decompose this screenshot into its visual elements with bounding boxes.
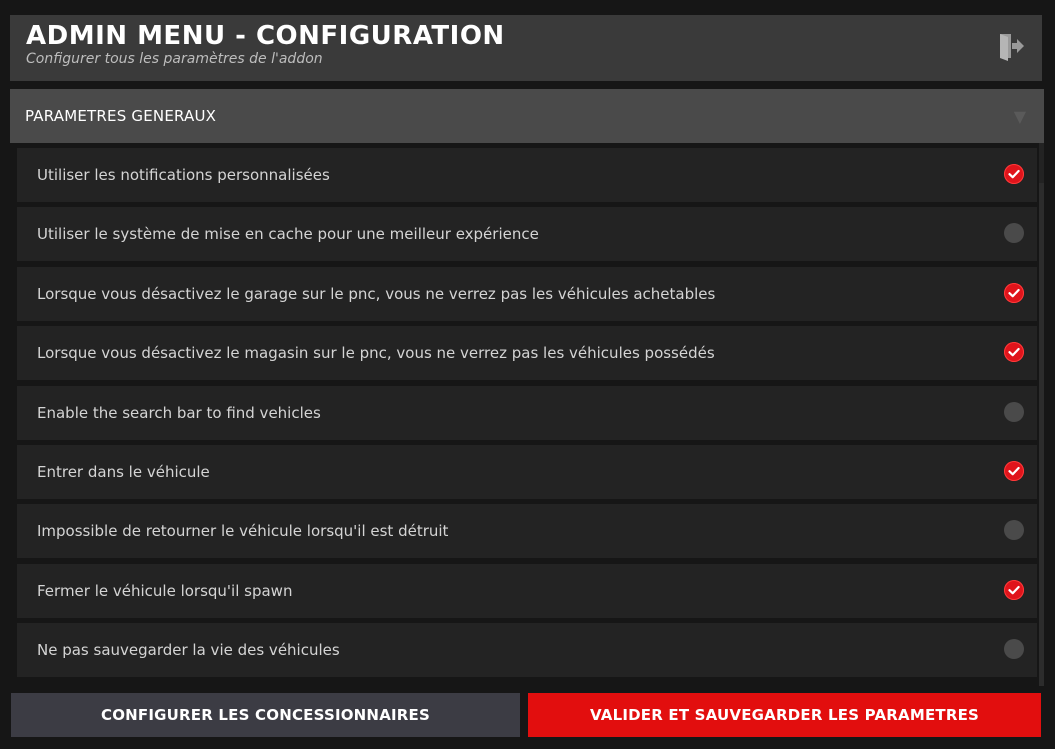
configure-dealers-button[interactable]: CONFIGURER LES CONCESSIONNAIRES	[11, 693, 520, 737]
scrollbar[interactable]	[1039, 143, 1044, 686]
setting-row[interactable]: Lorsque vous désactivez le magasin sur l…	[17, 326, 1037, 380]
setting-label: Lorsque vous désactivez le magasin sur l…	[37, 344, 715, 362]
chevron-down-icon: ▼	[1013, 107, 1026, 126]
setting-label: Utiliser les notifications personnalisée…	[37, 166, 330, 184]
setting-label: Fermer le véhicule lorsqu'il spawn	[37, 582, 293, 600]
setting-label: Entrer dans le véhicule	[37, 463, 210, 481]
exit-door-icon[interactable]	[996, 31, 1026, 61]
toggle-off-icon[interactable]	[1004, 223, 1024, 243]
save-settings-button[interactable]: VALIDER ET SAUVEGARDER LES PARAMETRES	[528, 693, 1041, 737]
setting-row[interactable]: Fermer le véhicule lorsqu'il spawn	[17, 564, 1037, 618]
setting-row[interactable]: Utiliser le système de mise en cache pou…	[17, 207, 1037, 261]
setting-row[interactable]: Entrer dans le véhicule	[17, 445, 1037, 499]
setting-label: Ne pas sauvegarder la vie des véhicules	[37, 641, 340, 659]
toggle-off-icon[interactable]	[1004, 520, 1024, 540]
section-general-settings[interactable]: PARAMETRES GENERAUX ▼	[10, 89, 1044, 143]
toggle-off-icon[interactable]	[1004, 639, 1024, 659]
page-subtitle: Configurer tous les paramètres de l'addo…	[26, 51, 323, 67]
setting-row[interactable]: Ne pas sauvegarder la vie des véhicules	[17, 623, 1037, 677]
setting-label: Enable the search bar to find vehicles	[37, 404, 321, 422]
setting-row[interactable]: Lorsque vous désactivez le garage sur le…	[17, 267, 1037, 321]
setting-row[interactable]: Utiliser les notifications personnalisée…	[17, 148, 1037, 202]
setting-row[interactable]: Enable the search bar to find vehicles	[17, 386, 1037, 440]
setting-label: Impossible de retourner le véhicule lors…	[37, 522, 449, 540]
checkmark-toggle-on-icon[interactable]	[1004, 342, 1024, 362]
checkmark-toggle-on-icon[interactable]	[1004, 461, 1024, 481]
checkmark-toggle-on-icon[interactable]	[1004, 164, 1024, 184]
settings-list: Utiliser les notifications personnalisée…	[10, 143, 1044, 686]
checkmark-toggle-on-icon[interactable]	[1004, 283, 1024, 303]
section-title: PARAMETRES GENERAUX	[25, 107, 217, 125]
admin-menu-window: ADMIN MENU - CONFIGURATION Configurer to…	[0, 0, 1055, 749]
scrollbar-thumb[interactable]	[1039, 183, 1044, 686]
header-bar: ADMIN MENU - CONFIGURATION Configurer to…	[10, 15, 1042, 81]
setting-label: Lorsque vous désactivez le garage sur le…	[37, 285, 716, 303]
toggle-off-icon[interactable]	[1004, 402, 1024, 422]
page-title: ADMIN MENU - CONFIGURATION	[26, 21, 505, 51]
setting-label: Utiliser le système de mise en cache pou…	[37, 225, 539, 243]
checkmark-toggle-on-icon[interactable]	[1004, 580, 1024, 600]
setting-row[interactable]: Impossible de retourner le véhicule lors…	[17, 504, 1037, 558]
